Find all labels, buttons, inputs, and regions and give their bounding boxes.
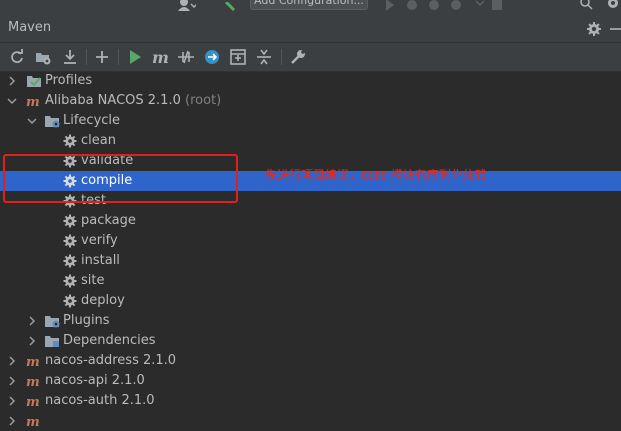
show-dependencies-icon[interactable]: [229, 48, 247, 66]
annotation-text: 先进行项目编译，core 模块有序列化依赖: [265, 168, 487, 182]
tree-item-label: nacos-address 2.1.0: [45, 353, 177, 368]
gear-icon: [62, 193, 78, 209]
gear-icon: [62, 273, 78, 289]
gear-icon: [62, 153, 78, 169]
lifecycle-folder-icon: [44, 113, 60, 129]
svg-text:m: m: [26, 375, 40, 389]
maven-settings-wrench-icon[interactable]: [289, 48, 307, 66]
goal-label: deploy: [81, 293, 125, 308]
toolbar-separator: [86, 49, 87, 65]
tree-item-dependencies[interactable]: Dependencies: [0, 331, 621, 351]
gear-icon: [62, 293, 78, 309]
svg-text:m: m: [26, 95, 40, 109]
ide-top-toolbar: Add Configuration...: [0, 0, 621, 14]
goal-label: test: [81, 193, 106, 208]
plus-icon[interactable]: [93, 48, 111, 66]
goal-site[interactable]: site: [0, 271, 621, 291]
root-suffix: (root): [185, 93, 222, 108]
tree-item-label: Dependencies: [63, 333, 156, 348]
add-configuration-button[interactable]: Add Configuration...: [250, 0, 368, 10]
svg-text:m: m: [26, 415, 40, 429]
goal-deploy[interactable]: deploy: [0, 291, 621, 311]
chevron-down-icon[interactable]: [7, 96, 17, 106]
root-project-name: Alibaba NACOS 2.1.0: [45, 93, 181, 108]
plugins-folder-icon: [44, 313, 60, 329]
panel-title: Maven: [8, 20, 52, 35]
gear-icon: [62, 233, 78, 249]
maven-project-icon: m: [26, 93, 42, 109]
chevron-right-icon[interactable]: [27, 336, 37, 346]
goal-label: compile: [81, 173, 133, 188]
chevron-right-icon[interactable]: [7, 356, 17, 366]
tree-item-label: Lifecycle: [63, 113, 121, 128]
maven-panel-header: Maven: [0, 14, 621, 42]
maven-project-icon: m: [26, 353, 42, 369]
hide-panel-icon[interactable]: [610, 28, 621, 30]
goal-test[interactable]: test: [0, 191, 621, 211]
goal-label: install: [81, 253, 120, 268]
maven-toolbar: m: [0, 42, 621, 72]
goal-label: package: [81, 213, 136, 228]
maven-project-icon: m: [26, 413, 42, 429]
goal-label: site: [81, 273, 105, 288]
gear-icon: [62, 173, 78, 189]
tree-item-module-partial[interactable]: m: [0, 411, 621, 431]
tree-item-lifecycle[interactable]: Lifecycle: [0, 111, 621, 131]
tree-item-profiles[interactable]: Profiles: [0, 71, 621, 91]
tree-item-module[interactable]: m nacos-auth 2.1.0: [0, 391, 621, 411]
search-icon[interactable]: [580, 0, 594, 10]
chevron-right-icon[interactable]: [27, 316, 37, 326]
gear-icon: [62, 253, 78, 269]
tree-item-label: nacos-api 2.1.0: [45, 373, 145, 388]
goal-clean[interactable]: clean: [0, 131, 621, 151]
dependencies-folder-icon: [44, 333, 60, 349]
toolbar-separator: [281, 49, 282, 65]
goal-install[interactable]: install: [0, 251, 621, 271]
execute-maven-goal-icon[interactable]: m: [151, 48, 169, 66]
settings-gear-icon[interactable]: [606, 0, 620, 8]
tree-item-root-project[interactable]: m Alibaba NACOS 2.1.0 (root): [0, 91, 621, 111]
panel-options-gear-icon[interactable]: [586, 21, 602, 37]
tree-item-label: Plugins: [63, 313, 110, 328]
add-maven-project-icon[interactable]: [34, 48, 52, 66]
gear-icon: [62, 133, 78, 149]
gear-icon: [62, 213, 78, 229]
goal-label: validate: [81, 153, 134, 168]
svg-text:m: m: [152, 48, 169, 66]
svg-text:m: m: [26, 355, 40, 369]
tree-item-label: nacos-auth 2.1.0: [45, 393, 155, 408]
goal-package[interactable]: package: [0, 211, 621, 231]
download-sources-icon[interactable]: [61, 48, 79, 66]
tree-item-plugins[interactable]: Plugins: [0, 311, 621, 331]
profiles-icon: [26, 73, 42, 89]
maven-project-icon: m: [26, 373, 42, 389]
svg-text:m: m: [26, 395, 40, 409]
refresh-icon[interactable]: [8, 48, 26, 66]
user-account-icon[interactable]: [178, 0, 198, 11]
goal-label: verify: [81, 233, 118, 248]
chevron-right-icon[interactable]: [7, 396, 17, 406]
chevron-right-icon[interactable]: [7, 376, 17, 386]
chevron-down-icon[interactable]: [27, 116, 37, 126]
toolbar-separator: [118, 49, 119, 65]
run-icon[interactable]: [126, 48, 144, 66]
chevron-right-icon[interactable]: [7, 416, 17, 426]
goal-label: clean: [81, 133, 116, 148]
root-project-label: Alibaba NACOS 2.1.0 (root): [45, 91, 221, 111]
chevron-right-icon[interactable]: [7, 76, 17, 86]
maven-project-icon: m: [26, 393, 42, 409]
tree-item-module[interactable]: m nacos-address 2.1.0: [0, 351, 621, 371]
run-debug-toolbar: [380, 0, 510, 11]
build-hammer-icon[interactable]: [224, 0, 236, 12]
tree-item-module[interactable]: m nacos-api 2.1.0: [0, 371, 621, 391]
skip-tests-icon[interactable]: [203, 48, 221, 66]
toggle-offline-icon[interactable]: [177, 48, 195, 66]
goal-verify[interactable]: verify: [0, 231, 621, 251]
collapse-all-icon[interactable]: [255, 48, 273, 66]
tree-item-label: Profiles: [45, 73, 93, 88]
maven-projects-tree: Profiles m Alibaba NACOS 2.1.0 (root) Li…: [0, 71, 621, 429]
